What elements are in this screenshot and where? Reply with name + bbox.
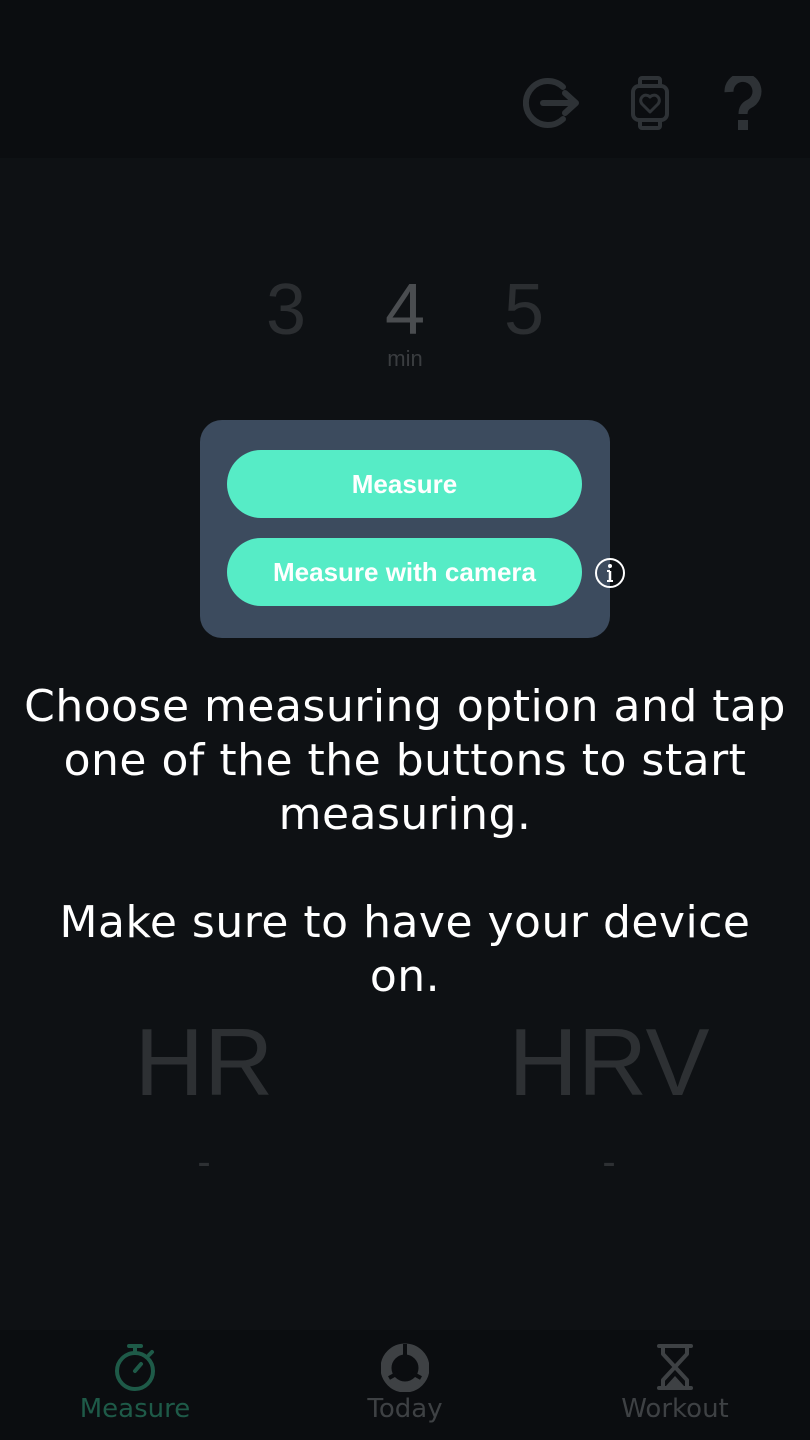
- duration-option-4[interactable]: 4: [365, 268, 445, 352]
- stopwatch-icon: [115, 1344, 155, 1391]
- measure-button[interactable]: Measure: [227, 450, 582, 518]
- screen: 3 4 5 min Measure Measure with camera Ch…: [0, 0, 810, 1440]
- help-icon[interactable]: [712, 72, 774, 134]
- instructions-line-choose: Choose measuring option and tap one of t…: [24, 681, 786, 840]
- nav-label-measure: Measure: [79, 1394, 191, 1424]
- bottom-nav: Measure Today Workout: [0, 1330, 810, 1440]
- info-icon[interactable]: [594, 557, 626, 589]
- duration-option-3[interactable]: 3: [246, 268, 326, 352]
- nav-label-today: Today: [367, 1394, 443, 1424]
- duration-unit: min: [387, 346, 423, 371]
- nav-item-measure[interactable]: Measure: [0, 1330, 270, 1440]
- donut-icon: [381, 1343, 429, 1392]
- hourglass-icon: [657, 1344, 693, 1390]
- nav-item-workout[interactable]: Workout: [540, 1330, 810, 1440]
- instructions-line-device: Make sure to have your device on.: [59, 897, 751, 1002]
- duration-option-5[interactable]: 5: [484, 268, 564, 352]
- hrv-label: HRV: [508, 1009, 710, 1116]
- watch-heart-icon[interactable]: [619, 72, 681, 134]
- hrv-value: -: [602, 1140, 616, 1184]
- nav-item-today[interactable]: Today: [270, 1330, 540, 1440]
- nav-label-workout: Workout: [621, 1394, 729, 1424]
- measure-options-dialog: Measure Measure with camera: [200, 420, 610, 638]
- instructions-text: Choose measuring option and tap one of t…: [20, 680, 790, 1004]
- top-bar: [0, 0, 810, 158]
- hr-value: -: [197, 1140, 211, 1184]
- hr-label: HR: [134, 1009, 274, 1116]
- logout-icon[interactable]: [522, 72, 584, 134]
- measure-with-camera-button[interactable]: Measure with camera: [227, 538, 582, 606]
